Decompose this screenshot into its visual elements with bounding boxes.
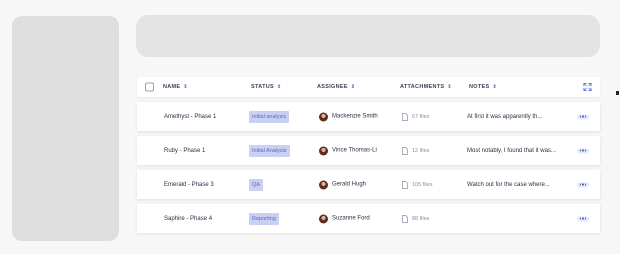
attachments-cell[interactable]: 67 files xyxy=(402,112,430,121)
project-name: Emerald - Phase 3 xyxy=(164,181,214,188)
sidebar-placeholder xyxy=(12,16,119,241)
project-name: Ruby - Phase 1 xyxy=(164,147,206,154)
column-header-status[interactable]: STATUS ⇕ xyxy=(251,84,281,90)
table-header: NAME ⇕ STATUS ⇕ ASSIGNEE ⇕ ATTACHMENTS ⇕ NOT… xyxy=(137,77,600,97)
assignee-cell: Mackenzie Smith xyxy=(319,112,378,121)
table-row[interactable]: Amethyst - Phase 1 Initial analysis Mack… xyxy=(137,102,600,131)
project-name: Saphire - Phase 4 xyxy=(164,215,213,222)
assignee-cell: Vince Thomas-Li xyxy=(319,146,377,155)
sort-icon: ⇕ xyxy=(183,84,188,90)
status-badge: Initial analysis xyxy=(249,110,290,123)
column-header-assignee[interactable]: ASSIGNEE ⇕ xyxy=(317,84,355,90)
sort-icon: ⇕ xyxy=(276,84,282,90)
attachments-cell[interactable]: 88 files xyxy=(402,214,430,223)
mouse-cursor xyxy=(616,91,619,95)
attachments-cell[interactable]: 12 files xyxy=(402,146,430,155)
header-label: NAME xyxy=(163,84,181,90)
assignee-name: Vince Thomas-Li xyxy=(332,147,377,154)
assignee-cell: Suzanne Ford xyxy=(319,214,370,223)
project-name: Amethyst - Phase 1 xyxy=(164,113,217,120)
avatar xyxy=(319,112,328,121)
projects-table: NAME ⇕ STATUS ⇕ ASSIGNEE ⇕ ATTACHMENTS ⇕ NOT… xyxy=(137,77,600,233)
file-icon xyxy=(402,146,408,155)
more-dots-icon[interactable] xyxy=(577,182,589,187)
attachments-count: 88 files xyxy=(412,215,430,222)
expand-arrows-icon[interactable] xyxy=(583,82,592,92)
status-badge: QA xyxy=(249,178,263,191)
status-badge: Reporting xyxy=(249,212,279,225)
avatar xyxy=(319,180,328,189)
column-header-attachments[interactable]: ATTACHMENTS ⇕ xyxy=(400,84,452,90)
header-label: ASSIGNEE xyxy=(317,84,348,90)
more-dots-icon[interactable] xyxy=(577,148,589,153)
note-text: Watch out for the case where... xyxy=(467,181,550,188)
column-header-notes[interactable]: NOTES ⇕ xyxy=(469,84,497,90)
column-header-name[interactable]: NAME ⇕ xyxy=(163,84,188,90)
more-dots-icon[interactable] xyxy=(577,114,589,119)
assignee-name: Suzanne Ford xyxy=(332,215,370,222)
attachments-count: 67 files xyxy=(412,113,430,120)
assignee-name: Mackenzie Smith xyxy=(332,113,378,120)
assignee-name: Gerald Hugh xyxy=(332,181,367,188)
attachments-count: 12 files xyxy=(412,147,430,154)
header-label: NOTES xyxy=(469,84,490,90)
more-dots-icon[interactable] xyxy=(577,216,589,221)
assignee-cell: Gerald Hugh xyxy=(319,180,366,189)
table-row[interactable]: Emerald - Phase 3 QA Gerald Hugh 105 fil… xyxy=(137,170,600,199)
sort-icon: ⇕ xyxy=(350,84,356,90)
avatar xyxy=(319,214,328,223)
avatar xyxy=(319,146,328,155)
table-row[interactable]: Ruby - Phase 1 Initial Analysis Vince Th… xyxy=(137,136,600,165)
note-text: At first it was apparently th... xyxy=(467,113,543,120)
sort-icon: ⇕ xyxy=(492,84,497,90)
attachments-cell[interactable]: 105 files xyxy=(402,180,433,189)
note-text: Most notably, I found that it was... xyxy=(467,147,556,154)
topbar-placeholder xyxy=(136,15,600,57)
header-label: ATTACHMENTS xyxy=(400,84,445,90)
file-icon xyxy=(402,214,408,223)
status-badge: Initial Analysis xyxy=(249,144,290,157)
table-row[interactable]: Saphire - Phase 4 Reporting Suzanne Ford… xyxy=(137,204,600,233)
select-all-checkbox[interactable] xyxy=(145,82,154,92)
file-icon xyxy=(402,180,408,189)
attachments-count: 105 files xyxy=(412,181,433,188)
file-icon xyxy=(402,112,408,121)
sort-icon: ⇕ xyxy=(447,84,452,90)
header-label: STATUS xyxy=(251,84,274,90)
